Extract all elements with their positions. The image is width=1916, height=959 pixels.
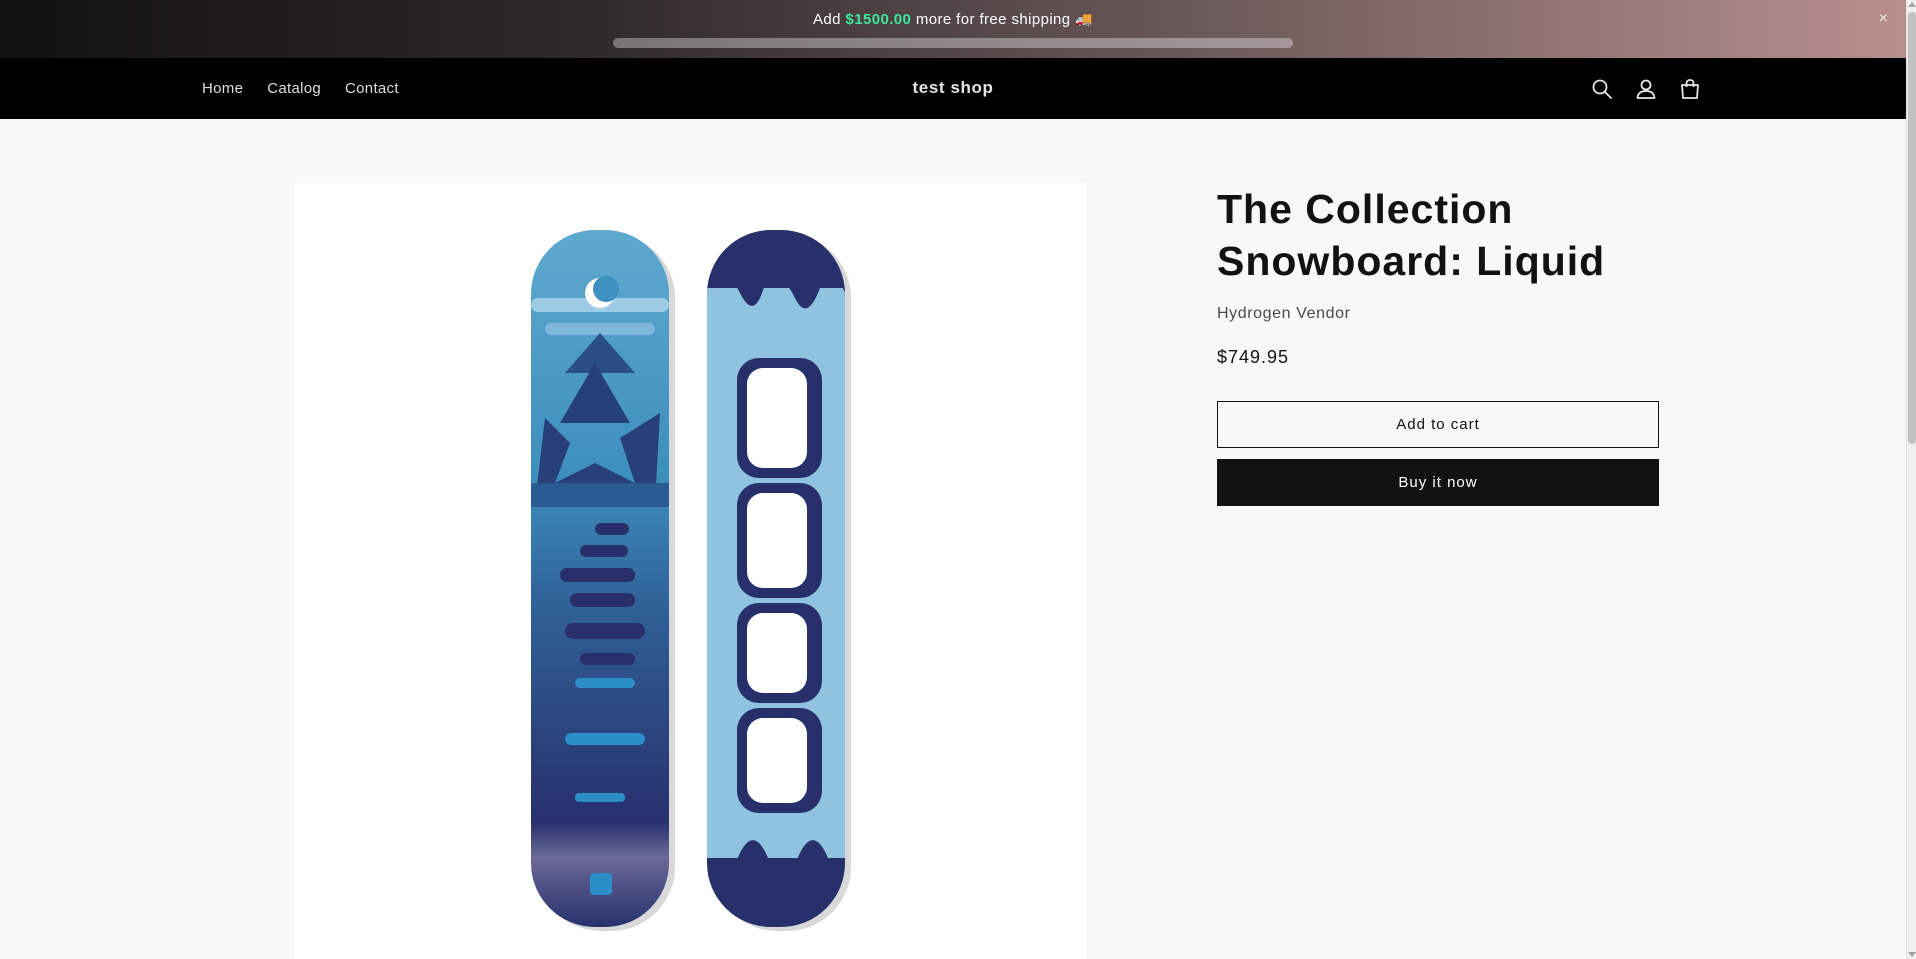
scrollbar-thumb[interactable]	[1908, 12, 1916, 444]
header-icons	[1580, 58, 1712, 119]
buy-it-now-button[interactable]: Buy it now	[1217, 459, 1659, 506]
scroll-up-arrow-icon[interactable]	[1908, 2, 1916, 7]
account-icon[interactable]	[1624, 67, 1668, 111]
scroll-down-arrow-icon[interactable]	[1908, 952, 1916, 957]
announcement-amount: $1500.00	[845, 11, 912, 28]
truck-icon: 🚚	[1075, 11, 1093, 27]
product-info: The Collection Snowboard: Liquid Hydroge…	[1217, 183, 1659, 506]
page-scrollbar[interactable]	[1906, 0, 1916, 959]
product-price: $749.95	[1217, 347, 1290, 367]
announcement-text: Add $1500.00 more for free shipping 🚚	[0, 11, 1906, 28]
product-title: The Collection Snowboard: Liquid	[1217, 186, 1606, 284]
announcement-prefix: Add	[813, 11, 841, 28]
shipping-progress-bar	[613, 38, 1293, 48]
product-vendor: Hydrogen Vendor	[1217, 305, 1351, 322]
product-image[interactable]	[295, 183, 1086, 959]
close-icon[interactable]: ×	[1879, 10, 1888, 28]
add-to-cart-button[interactable]: Add to cart	[1217, 401, 1659, 448]
announcement-suffix: more for free shipping	[915, 11, 1071, 28]
snowboard-pair-illustration	[531, 230, 851, 931]
search-icon[interactable]	[1580, 67, 1624, 111]
announcement-bar: Add $1500.00 more for free shipping 🚚 ×	[0, 0, 1906, 58]
cart-icon[interactable]	[1668, 67, 1712, 111]
site-header: Home Catalog Contact test shop	[0, 58, 1906, 119]
